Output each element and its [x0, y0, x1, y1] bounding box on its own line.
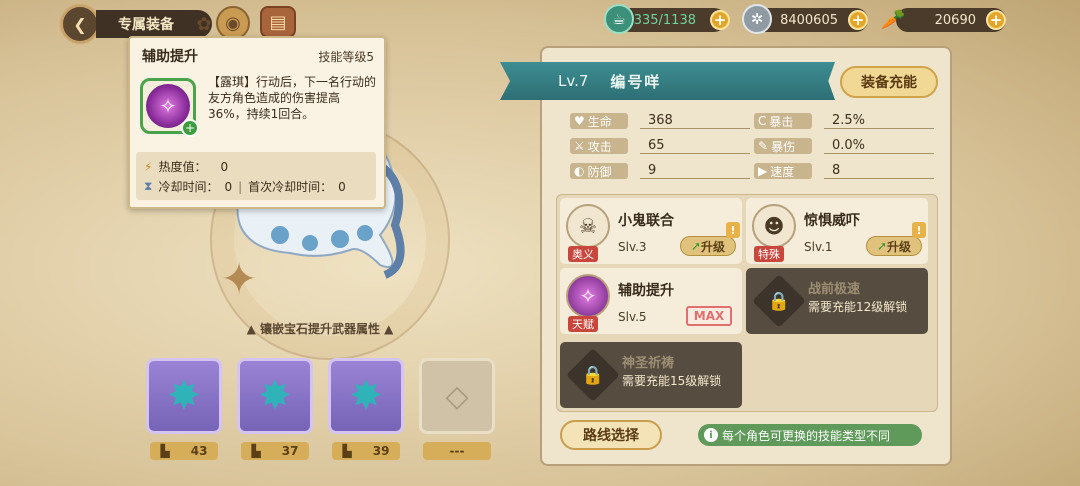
- upgrade-button[interactable]: ➚ 升级: [866, 236, 922, 256]
- ghost-skill-icon: ☻: [752, 204, 796, 248]
- stat-hp: ♥ 生命 368: [570, 112, 750, 130]
- tooltip-description: 【露琪】行动后，下一名行动的友方角色造成的伤害提高36%，持续1回合。: [208, 75, 377, 121]
- add-carrots-button[interactable]: +: [986, 10, 1006, 30]
- diamond-outline-icon: ◇: [445, 378, 469, 414]
- flame-icon: ⚡: [144, 159, 153, 174]
- stat-def: ◐ 防御 9: [570, 162, 750, 180]
- tooltip-info: ⚡ 热度值： 0 ⧗ 冷却时间： 0 | 首次冷却时间： 0: [136, 152, 376, 200]
- crystal-icon: ✸: [258, 373, 292, 419]
- skill-card-3[interactable]: ✧ 天赋 辅助提升 Slv.5 MAX: [560, 268, 742, 334]
- crystal-icon: ✸: [349, 373, 383, 419]
- add-stamina-button[interactable]: +: [710, 10, 730, 30]
- coin-icon: ✲: [742, 4, 772, 34]
- gem-count: ▙ 37: [241, 442, 309, 460]
- gem-slot-empty[interactable]: ◇: [419, 358, 495, 434]
- level-banner: Lv.7 编号咩: [500, 62, 835, 100]
- info-icon: i: [704, 428, 718, 442]
- locked-skill-card-1[interactable]: 🔒 战前极速 需要充能12级解锁: [746, 268, 928, 334]
- chandelier-icon: ✧: [566, 274, 610, 318]
- tooltip-skill-level: 技能等级5: [318, 50, 374, 64]
- gem-slot-1[interactable]: ✸: [146, 358, 222, 434]
- gem-tab-icon[interactable]: ◉: [216, 6, 250, 40]
- tooltip-title: 辅助提升: [142, 49, 198, 65]
- stat-crit: C 暴击 2.5%: [754, 112, 934, 130]
- skill-icon: ✧ +: [140, 78, 199, 137]
- plus-badge-icon: +: [181, 119, 199, 137]
- skill-card-1[interactable]: ☠ 奥义 小鬼联合 Slv.3 ➚ 升级 !: [560, 198, 742, 264]
- gem-count: ---: [423, 442, 491, 460]
- heart-icon: ❮: [73, 14, 87, 34]
- skill-card-2[interactable]: ☻ 特殊 惊惧威吓 Slv.1 ➚ 升级 !: [746, 198, 928, 264]
- upgrade-button[interactable]: ➚ 升级: [680, 236, 736, 256]
- crystal-icon: ✸: [167, 373, 201, 419]
- hourglass-icon: ⧗: [144, 179, 153, 193]
- carrot-icon: 🥕: [880, 7, 906, 31]
- equipment-name: 编号咩: [610, 72, 662, 91]
- equipment-level: Lv.7: [558, 72, 589, 90]
- gem-hint: ▲ 镶嵌宝石提升武器属性 ▲: [246, 322, 394, 336]
- ghost-skill-icon: ☠: [566, 204, 610, 248]
- stat-speed: ▶ 速度 8: [754, 162, 934, 180]
- compass-icon: ✦: [220, 253, 258, 305]
- alert-icon: !: [726, 222, 740, 238]
- crit-icon: C: [758, 114, 767, 128]
- alert-icon: !: [912, 222, 926, 238]
- lock-icon: 🔒: [767, 290, 791, 312]
- boot-icon: ▙: [342, 444, 352, 458]
- gem-slot-3[interactable]: ✸: [328, 358, 404, 434]
- stat-crit-damage: ✎ 暴伤 0.0%: [754, 137, 934, 155]
- speed-icon: ▶: [758, 164, 768, 178]
- arrow-up-icon: ➚: [876, 239, 888, 253]
- boot-icon: ▙: [251, 444, 261, 458]
- locked-skill-card-2[interactable]: 🔒 神圣祈祷 需要充能15级解锁: [560, 342, 742, 408]
- route-select-button[interactable]: 路线选择: [560, 420, 662, 450]
- crit-damage-icon: ✎: [758, 139, 769, 153]
- lock-icon: 🔒: [581, 364, 605, 386]
- gem-count: ▙ 43: [150, 442, 218, 460]
- gem-slot-2[interactable]: ✸: [237, 358, 313, 434]
- max-badge: MAX: [686, 306, 732, 326]
- stat-atk: ⚔ 攻击 65: [570, 137, 750, 155]
- skill-tooltip: 辅助提升 技能等级5 ✧ + 【露琪】行动后，下一名行动的友方角色造成的伤害提高…: [128, 36, 386, 209]
- equipment-charge-button[interactable]: 装备充能: [840, 66, 938, 98]
- gem-count: ▙ 39: [332, 442, 400, 460]
- stamina-icon: ☕: [604, 4, 634, 34]
- book-tab-icon[interactable]: ▤: [260, 6, 296, 38]
- sword-icon: ⚔: [574, 139, 585, 153]
- boot-icon: ▙: [160, 444, 170, 458]
- info-banner: i 每个角色可更换的技能类型不同: [698, 424, 922, 446]
- heart-icon: ♥: [574, 114, 585, 128]
- arrow-up-icon: ➚: [690, 239, 702, 253]
- back-button[interactable]: ❮: [60, 4, 100, 44]
- shield-icon: ◐: [574, 164, 585, 178]
- add-coins-button[interactable]: +: [848, 10, 868, 30]
